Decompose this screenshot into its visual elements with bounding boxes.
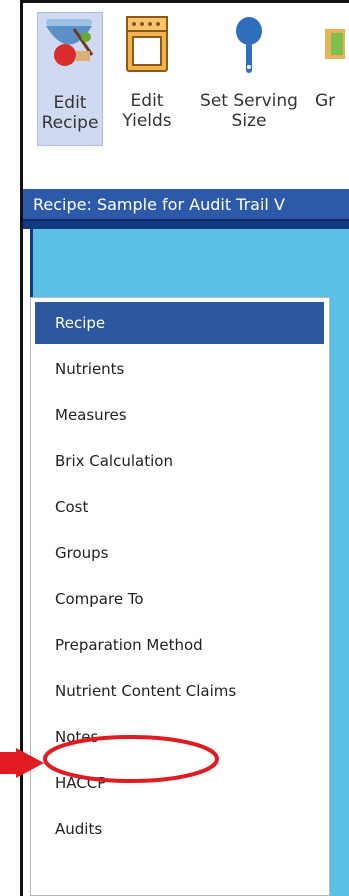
recipe-section-list: Recipe Nutrients Measures Brix Calculati… [30, 297, 330, 896]
edit-yields-button[interactable]: Edit Yields [115, 11, 179, 147]
nav-item-recipe[interactable]: Recipe [35, 302, 324, 344]
groups-icon [325, 29, 345, 59]
nav-item-compare-to[interactable]: Compare To [35, 578, 324, 620]
nav-item-cost[interactable]: Cost [35, 486, 324, 528]
title-divider [23, 221, 349, 229]
nav-item-brix-calculation[interactable]: Brix Calculation [35, 440, 324, 482]
nav-item-nutrients[interactable]: Nutrients [35, 348, 324, 390]
annotation-ellipse [43, 735, 219, 783]
oven-icon [126, 16, 168, 72]
nav-item-preparation-method[interactable]: Preparation Method [35, 624, 324, 666]
window-title-bar: Recipe: Sample for Audit Trail V [23, 189, 349, 221]
set-serving-size-label: Set Serving Size [200, 91, 298, 131]
ribbon-toolbar: Edit Recipe Edit Yields Set Serving Size [23, 3, 349, 153]
nav-item-audits[interactable]: Audits [35, 808, 324, 850]
edit-recipe-icon [46, 19, 94, 66]
groups-button[interactable]: Gr [313, 11, 349, 147]
nav-item-groups[interactable]: Groups [35, 532, 324, 574]
annotation-arrow [0, 748, 44, 778]
nav-item-measures[interactable]: Measures [35, 394, 324, 436]
nav-item-nutrient-content-claims[interactable]: Nutrient Content Claims [35, 670, 324, 712]
spoon-icon [236, 17, 262, 73]
edit-recipe-label: Edit Recipe [41, 93, 99, 133]
edit-recipe-button[interactable]: Edit Recipe [37, 12, 103, 146]
groups-label: Gr [315, 91, 336, 111]
edit-yields-label: Edit Yields [122, 91, 172, 131]
set-serving-size-button[interactable]: Set Serving Size [193, 11, 305, 147]
